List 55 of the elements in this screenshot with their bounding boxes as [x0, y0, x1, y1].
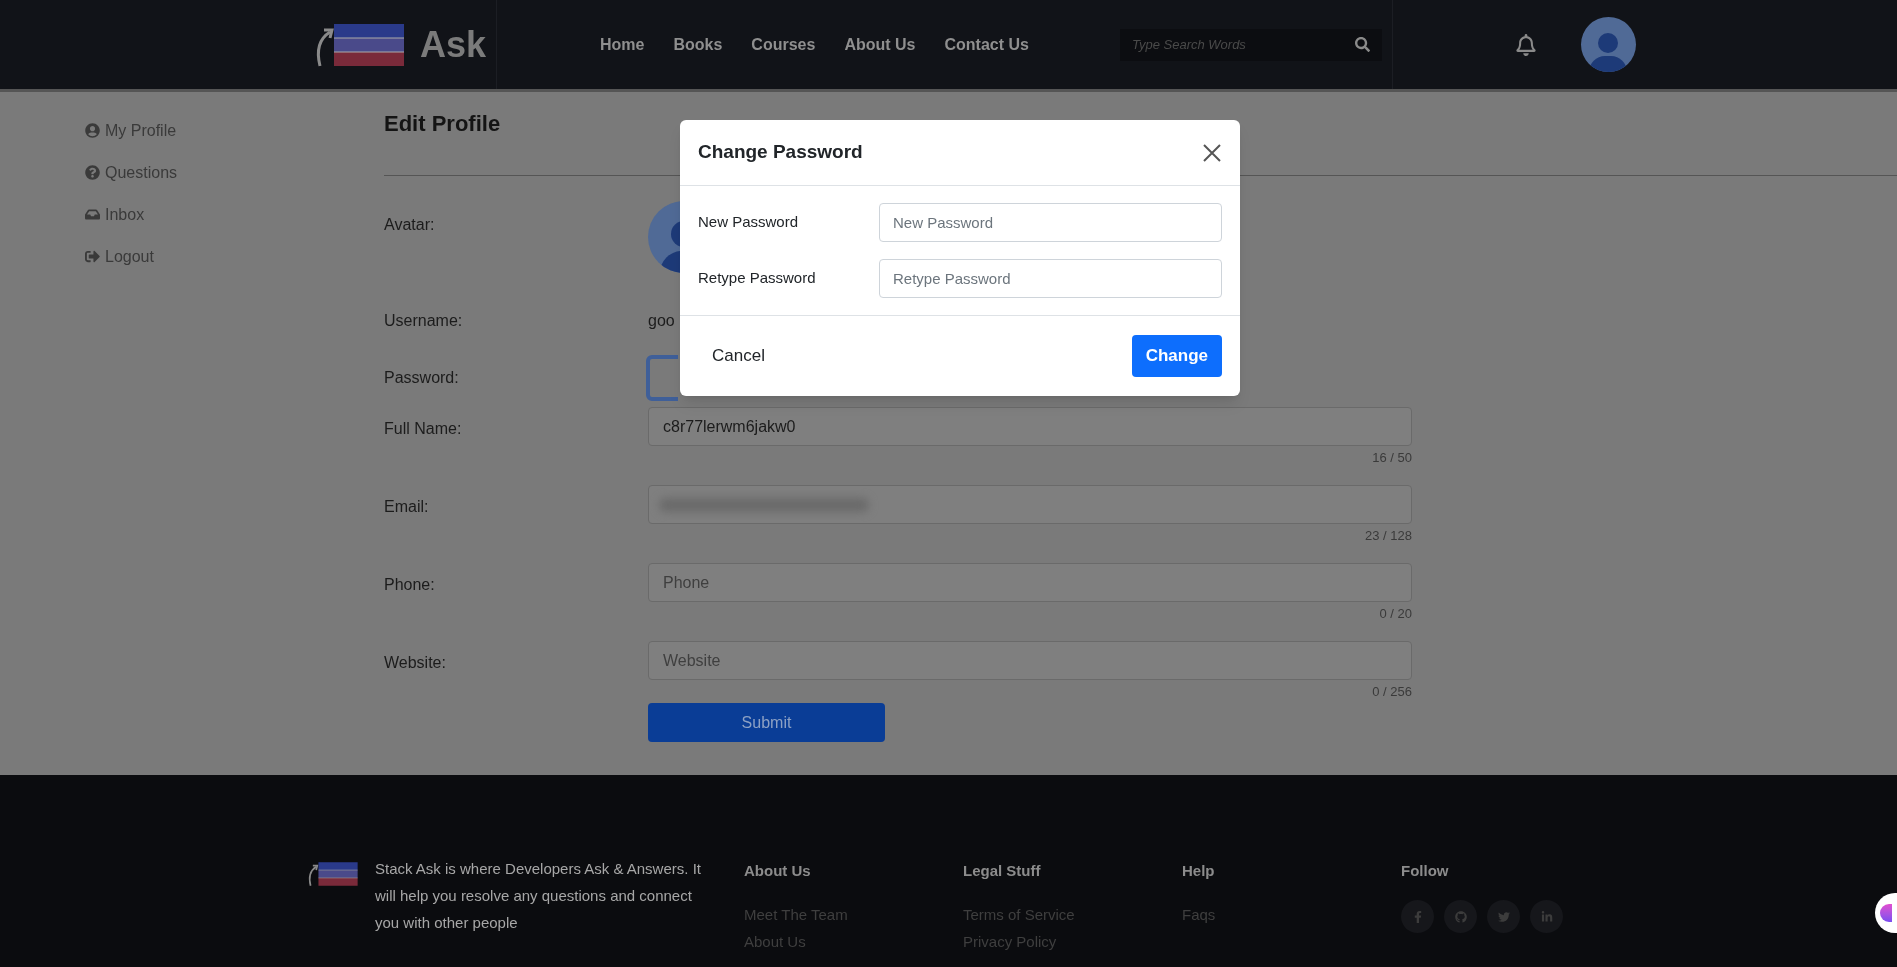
submit-button[interactable]: Submit	[648, 703, 885, 742]
logout-icon	[85, 249, 100, 264]
password-field[interactable]: New Password	[879, 203, 1222, 242]
text-field[interactable]: Phone	[648, 563, 1412, 602]
dialog-title: Change Password	[698, 140, 863, 165]
social-link[interactable]	[1444, 900, 1477, 933]
close-icon[interactable]	[1202, 142, 1222, 163]
nav-link[interactable]: Courses	[751, 32, 816, 57]
nav-link[interactable]: Home	[600, 32, 645, 57]
question-icon	[85, 165, 100, 180]
user-avatar[interactable]	[1580, 17, 1636, 72]
user-icon	[85, 123, 100, 138]
character-counter: 0 / 20	[1379, 605, 1412, 623]
nav-link[interactable]: About Us	[844, 32, 916, 57]
field-label: Username:	[384, 311, 464, 331]
cancel-button[interactable]: Cancel	[712, 343, 765, 369]
github-icon	[1454, 910, 1467, 923]
page-title: Edit Profile	[384, 110, 502, 138]
character-counter: 16 / 50	[1372, 449, 1412, 467]
logo-text: Ask	[420, 22, 487, 67]
full-name-field[interactable]: c8r77lerwm6jakw0	[648, 407, 1412, 446]
social-link[interactable]	[1487, 900, 1520, 933]
text-field[interactable]: Website	[648, 641, 1412, 680]
footer-heading: Legal Stuff	[963, 861, 1042, 881]
footer-description: Stack Ask is where Developers Ask & Answers. It will help you resolve any questions and connect you with other people	[375, 859, 702, 933]
footer-heading: Help	[1182, 861, 1216, 881]
sidebar-link[interactable]: Inbox	[85, 203, 384, 226]
field-label: Retype Password	[698, 268, 817, 289]
field-label: Website:	[384, 653, 447, 673]
nav-link[interactable]: Contact Us	[944, 32, 1029, 57]
field-label: Avatar:	[384, 215, 436, 235]
social-link[interactable]	[1530, 900, 1563, 933]
field-label: Full Name:	[384, 419, 463, 439]
field-label: Phone:	[384, 575, 436, 595]
change-button[interactable]: Change	[1131, 335, 1222, 377]
field-label: New Password	[698, 212, 800, 233]
sidebar-link[interactable]: Logout	[85, 245, 384, 268]
footer-heading: Follow	[1401, 861, 1450, 881]
twitter-icon	[1497, 910, 1510, 923]
inbox-icon	[85, 207, 100, 222]
nav-link[interactable]: Books	[673, 32, 723, 57]
sidebar-link[interactable]: My Profile	[85, 119, 384, 142]
sidebar-link[interactable]: Questions	[85, 161, 384, 184]
field-label: Password:	[384, 368, 460, 388]
search-icon[interactable]	[1354, 36, 1370, 52]
username-value: goo	[648, 311, 675, 331]
bell-icon[interactable]	[1514, 33, 1537, 56]
social-link[interactable]	[1401, 900, 1434, 933]
search-field[interactable]: Type Search Words	[1119, 28, 1382, 61]
password-field[interactable]: Retype Password	[879, 259, 1222, 298]
footer-heading: About Us	[744, 861, 812, 881]
character-counter: 23 / 128	[1365, 527, 1412, 545]
field-label: Email:	[384, 497, 430, 517]
character-counter: 0 / 256	[1372, 683, 1412, 701]
linkedin-icon	[1540, 910, 1553, 923]
